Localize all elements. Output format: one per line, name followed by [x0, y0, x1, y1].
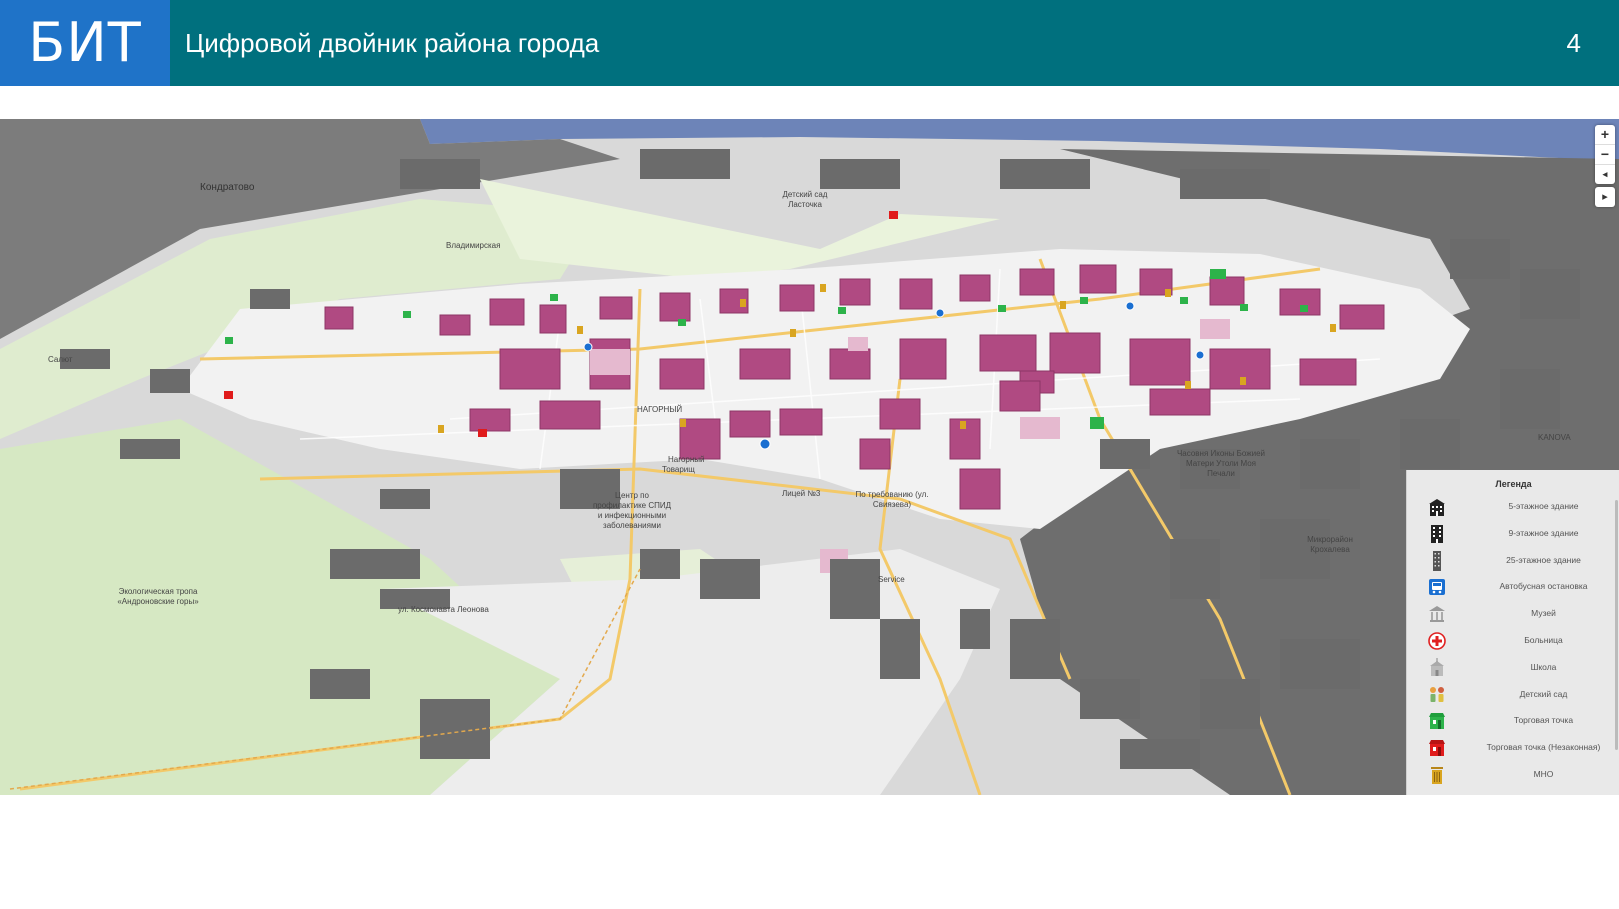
header-bar: БИТ Цифровой двойник района города 4	[0, 0, 1619, 86]
legend-item: Автобусная остановка	[1407, 573, 1619, 600]
zoom-out-button[interactable]: −	[1595, 145, 1615, 165]
legend-item: Торговая точка	[1407, 707, 1619, 734]
map-label-salyut: Салют	[48, 355, 73, 364]
illegal-shop-icon	[1429, 740, 1445, 757]
page-title: Цифровой двойник района города	[185, 28, 600, 58]
map-label-vladimirskaya: Владимирская	[446, 241, 501, 250]
map-label-ecotrail: Экологическая тропа «Андроновские горы»	[117, 587, 199, 606]
map-label-lyceum: Лицей №3	[782, 489, 821, 498]
legend-label: Автобусная остановка	[1499, 581, 1588, 592]
legend-label: 5-этажное здание	[1508, 501, 1579, 511]
logo: БИТ	[0, 0, 170, 86]
map-label-kondratovo: Кондратово	[200, 182, 255, 193]
legend-item: Школа	[1407, 654, 1619, 681]
building-5-icon	[1429, 499, 1445, 516]
map-label-nagorny-stop: Нагорный	[668, 455, 705, 464]
legend-label: Торговая точка	[1513, 715, 1574, 726]
shop-icon	[1429, 713, 1445, 730]
compass-button[interactable]: ◂	[1595, 165, 1615, 184]
legend-label: Школа	[1530, 661, 1557, 672]
legend-item: 9-этажное здание	[1407, 520, 1619, 547]
bus-stop-icon	[1429, 579, 1445, 596]
legend-item: Детский сад	[1407, 681, 1619, 708]
zoom-control: + − ◂	[1595, 125, 1615, 184]
legend-item: Больница	[1407, 627, 1619, 654]
map-label-nagorny: НАГОРНЫЙ	[637, 405, 683, 414]
page-number: 4	[1566, 28, 1581, 58]
hospital-icon	[1428, 632, 1446, 650]
layers-button[interactable]: ▸	[1595, 187, 1615, 207]
legend-item: Музей	[1407, 600, 1619, 627]
legend-label: Больница	[1524, 634, 1563, 645]
building-25-icon	[1433, 550, 1441, 571]
map-canvas	[0, 119, 1619, 795]
map-label-on-demand: По требованию (ул. Свиязева)	[855, 490, 929, 509]
legend-item: МНО	[1407, 761, 1619, 788]
legend-item: 25-этажное здание	[1407, 547, 1619, 574]
trash-icon	[1431, 766, 1443, 784]
legend-item: Торговая точка (Незаконная)	[1407, 734, 1619, 761]
kindergarten-icon	[1430, 686, 1444, 702]
legend-panel: Легенда 5-этажное здание 9-этажное здани…	[1406, 470, 1619, 795]
building-9-icon	[1431, 524, 1443, 543]
museum-icon	[1429, 606, 1445, 623]
map-label-kosmonavtov-street: ул. Космонавта Леонова	[398, 605, 489, 614]
map-view[interactable]: Кондратово Салют Владимирская Экологичес…	[0, 119, 1619, 795]
school-icon	[1430, 657, 1444, 676]
legend-label: МНО	[1533, 768, 1554, 779]
map-label-kindergarten: Детский сад Ласточка	[782, 190, 828, 209]
legend-label: Музей	[1531, 608, 1556, 619]
legend-label: 9-этажное здание	[1508, 527, 1579, 538]
map-label-chapel: Часовня Иконы Божией Матери Утоли Моя Пе…	[1176, 449, 1266, 478]
legend-title: Легенда	[1495, 479, 1532, 489]
legend-label: 25-этажное здание	[1506, 554, 1581, 565]
map-label-tovarishch: Товарищ	[662, 465, 695, 474]
map-label-microdistrict: Микрорайон Крохалева	[1307, 535, 1353, 554]
legend-item: 5-этажное здание	[1407, 493, 1619, 520]
map-label-service: Service	[878, 575, 905, 584]
map-label-aids-center: Центр по профилактике СПИД и инфекционны…	[592, 491, 672, 530]
map-label-kanova: KANOVA	[1538, 433, 1571, 442]
legend-label: Торговая точка (Незаконная)	[1486, 742, 1601, 753]
legend-label: Детский сад	[1519, 688, 1568, 699]
zoom-in-button[interactable]: +	[1595, 125, 1615, 145]
